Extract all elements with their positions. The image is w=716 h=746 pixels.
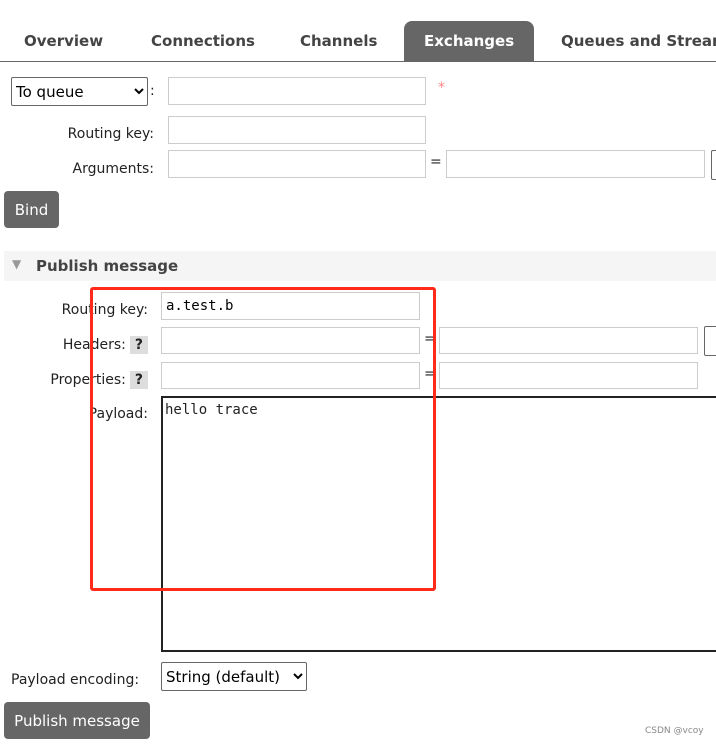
tab-channels[interactable]: Channels [300, 21, 377, 61]
tab-connections[interactable]: Connections [151, 21, 255, 61]
destination-type-select[interactable]: To queue [11, 77, 148, 106]
required-marker: * [438, 80, 445, 96]
routing-key-label: Routing key: [67, 126, 154, 142]
header-type-select[interactable] [704, 326, 716, 356]
collapse-triangle-icon: ▼ [12, 257, 22, 271]
nav-tabs: Overview Connections Channels Exchanges … [0, 0, 716, 62]
payload-encoding-label: Payload encoding: [11, 672, 140, 688]
section-title: Publish message [36, 257, 179, 275]
tab-exchanges[interactable]: Exchanges [404, 21, 535, 61]
bind-routing-key-input[interactable] [168, 116, 426, 144]
argument-value-input[interactable] [446, 150, 705, 178]
header-value-input[interactable] [439, 327, 698, 354]
publish-section-header[interactable]: ▼ Publish message [4, 251, 716, 281]
colon: : [150, 83, 155, 99]
publish-message-button[interactable]: Publish message [4, 702, 150, 739]
arguments-label: Arguments: [72, 161, 154, 177]
argument-key-input[interactable] [168, 150, 426, 178]
watermark: CSDN @vcoy [645, 726, 704, 736]
bind-button[interactable]: Bind [4, 191, 59, 228]
tab-overview[interactable]: Overview [24, 21, 103, 61]
property-value-input[interactable] [439, 362, 698, 389]
highlight-box [90, 287, 436, 591]
equals-sign: = [430, 154, 442, 170]
tab-queues[interactable]: Queues and Streams [561, 21, 716, 61]
payload-encoding-select[interactable]: String (default) [161, 662, 307, 691]
argument-type-select[interactable] [711, 150, 716, 180]
destination-input[interactable] [168, 77, 426, 105]
